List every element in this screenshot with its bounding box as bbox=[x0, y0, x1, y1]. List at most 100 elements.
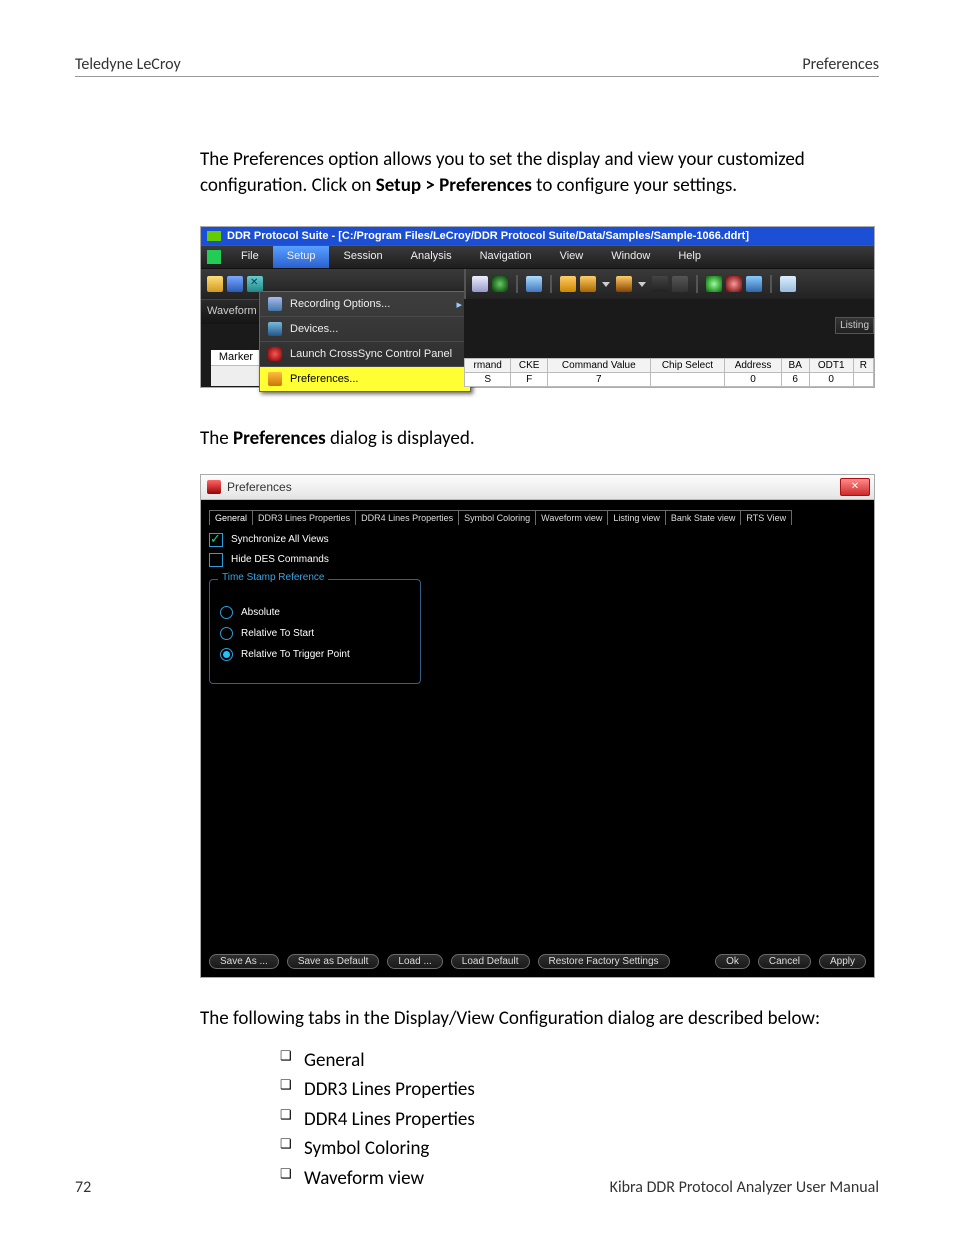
pane-icon[interactable] bbox=[652, 276, 668, 292]
close-button[interactable]: ✕ bbox=[840, 478, 870, 496]
table-cell: 0 bbox=[809, 373, 853, 387]
menu-item[interactable]: Preferences... bbox=[260, 366, 470, 391]
radio-row[interactable]: Relative To Start bbox=[220, 627, 410, 640]
checkbox-label: Synchronize All Views bbox=[231, 534, 329, 545]
menu-setup[interactable]: Setup bbox=[273, 246, 330, 268]
setup-dropdown: Recording Options...▸Devices... Launch Cr… bbox=[259, 291, 471, 392]
tabs-described-paragraph: The following tabs in the Display/View C… bbox=[200, 1006, 879, 1032]
zoom-out-icon[interactable] bbox=[726, 276, 742, 292]
dialog-button[interactable]: Ok bbox=[715, 954, 750, 969]
radio-label: Relative To Start bbox=[241, 628, 314, 639]
preferences-tab[interactable]: Waveform view bbox=[535, 510, 608, 525]
checkbox-row[interactable]: Hide DES Commands bbox=[209, 553, 866, 567]
table-cell bbox=[853, 373, 873, 387]
pane2-icon[interactable] bbox=[672, 276, 688, 292]
menu-session[interactable]: Session bbox=[329, 246, 396, 268]
table-header: BA bbox=[781, 359, 809, 373]
marker-t-icon[interactable] bbox=[560, 276, 576, 292]
menu-item-icon bbox=[268, 372, 282, 386]
menu-item-icon bbox=[268, 322, 282, 336]
screenshot-preferences-dialog: Preferences ✕ GeneralDDR3 Lines Properti… bbox=[200, 474, 875, 978]
table-cell: 6 bbox=[781, 373, 809, 387]
radio-row[interactable]: Relative To Trigger Point bbox=[220, 648, 410, 661]
listing-table: rmandCKECommand ValueChip SelectAddressB… bbox=[464, 358, 874, 387]
marker-row bbox=[211, 365, 261, 386]
time-stamp-reference-group: Time Stamp Reference AbsoluteRelative To… bbox=[209, 579, 421, 684]
menu-item[interactable]: Launch CrossSync Control Panel bbox=[260, 341, 470, 366]
table-header: R bbox=[853, 359, 873, 373]
home-icon[interactable] bbox=[526, 276, 542, 292]
dropdown-arrow-icon[interactable] bbox=[602, 282, 610, 287]
dialog-button[interactable]: Cancel bbox=[758, 954, 811, 969]
menu-bar: FileSetupSessionAnalysisNavigationViewWi… bbox=[201, 245, 874, 269]
menu-window[interactable]: Window bbox=[597, 246, 664, 268]
menu-file[interactable]: File bbox=[227, 246, 273, 268]
dialog-button[interactable]: Apply bbox=[819, 954, 866, 969]
checkbox-row[interactable]: Synchronize All Views bbox=[209, 533, 866, 547]
checkbox-icon bbox=[209, 533, 223, 547]
dialog-button[interactable]: Save As ... bbox=[209, 954, 279, 969]
preferences-tab[interactable]: RTS View bbox=[740, 510, 792, 525]
menu-item[interactable]: Devices... bbox=[260, 316, 470, 341]
dialog-button[interactable]: Restore Factory Settings bbox=[538, 954, 670, 969]
dialog-title-text: Preferences bbox=[227, 480, 292, 494]
menu-item-icon bbox=[268, 297, 282, 311]
zoom-in-icon[interactable] bbox=[706, 276, 722, 292]
page-header: Teledyne LeCroy Preferences bbox=[75, 55, 879, 77]
dialog-displayed-paragraph: The Preferences dialog is displayed. bbox=[200, 426, 879, 452]
group-title: Time Stamp Reference bbox=[218, 572, 328, 583]
menu-view[interactable]: View bbox=[546, 246, 598, 268]
table-header: Address bbox=[725, 359, 782, 373]
header-left: Teledyne LeCroy bbox=[75, 55, 181, 74]
menu-item-label: Launch CrossSync Control Panel bbox=[290, 348, 452, 360]
dialog-button[interactable]: Load Default bbox=[451, 954, 530, 969]
menu-help[interactable]: Help bbox=[664, 246, 715, 268]
preferences-tab[interactable]: DDR4 Lines Properties bbox=[355, 510, 459, 525]
tab-bullet-list: GeneralDDR3 Lines PropertiesDDR4 Lines P… bbox=[280, 1046, 879, 1194]
manual-title: Kibra DDR Protocol Analyzer User Manual bbox=[610, 1178, 879, 1197]
radio-icon bbox=[220, 648, 233, 661]
page-icon[interactable] bbox=[780, 276, 796, 292]
close-file-icon[interactable] bbox=[247, 276, 263, 292]
intro-paragraph: The Preferences option allows you to set… bbox=[200, 147, 879, 198]
toolbar-separator bbox=[696, 275, 698, 293]
table-header: Command Value bbox=[547, 359, 650, 373]
toolbar-separator bbox=[516, 275, 518, 293]
app-title-text: DDR Protocol Suite - [C:/Program Files/L… bbox=[227, 230, 749, 242]
marker-m-icon[interactable] bbox=[580, 276, 596, 292]
table-cell: F bbox=[511, 373, 548, 387]
dialog-button[interactable]: Load ... bbox=[387, 954, 442, 969]
preferences-tab[interactable]: Symbol Coloring bbox=[458, 510, 536, 525]
preferences-tab[interactable]: General bbox=[209, 510, 253, 525]
radio-icon bbox=[220, 606, 233, 619]
menu-navigation[interactable]: Navigation bbox=[466, 246, 546, 268]
app-title-bar: DDR Protocol Suite - [C:/Program Files/L… bbox=[201, 227, 874, 245]
menu-analysis[interactable]: Analysis bbox=[397, 246, 466, 268]
save-icon[interactable] bbox=[227, 276, 243, 292]
table-header: CKE bbox=[511, 359, 548, 373]
dialog-button[interactable]: Save as Default bbox=[287, 954, 380, 969]
table-cell: S bbox=[465, 373, 511, 387]
open-icon[interactable] bbox=[207, 276, 223, 292]
toolbar-separator bbox=[550, 275, 552, 293]
preferences-tab[interactable]: Listing view bbox=[607, 510, 666, 525]
toolbar-separator bbox=[770, 275, 772, 293]
preferences-tab[interactable]: Bank State view bbox=[665, 510, 742, 525]
table-header: ODT1 bbox=[809, 359, 853, 373]
doc-icon[interactable] bbox=[472, 276, 488, 292]
preferences-tabs: GeneralDDR3 Lines PropertiesDDR4 Lines P… bbox=[209, 510, 866, 525]
dialog-buttons: Save As ... Save as Default Load ... Load D… bbox=[201, 948, 874, 977]
list-item: DDR3 Lines Properties bbox=[280, 1075, 879, 1105]
radio-row[interactable]: Absolute bbox=[220, 606, 410, 619]
right-toolbar bbox=[464, 269, 874, 299]
table-header: Chip Select bbox=[650, 359, 725, 373]
menu-item[interactable]: Recording Options...▸ bbox=[260, 292, 470, 316]
dropdown-arrow-icon[interactable] bbox=[638, 282, 646, 287]
radio-label: Relative To Trigger Point bbox=[241, 649, 350, 660]
gear-icon[interactable] bbox=[492, 276, 508, 292]
checkbox-icon bbox=[209, 553, 223, 567]
listing-tab-label: Listing bbox=[835, 317, 874, 334]
fit-icon[interactable] bbox=[746, 276, 762, 292]
preferences-tab[interactable]: DDR3 Lines Properties bbox=[252, 510, 356, 525]
marker-x-icon[interactable] bbox=[616, 276, 632, 292]
